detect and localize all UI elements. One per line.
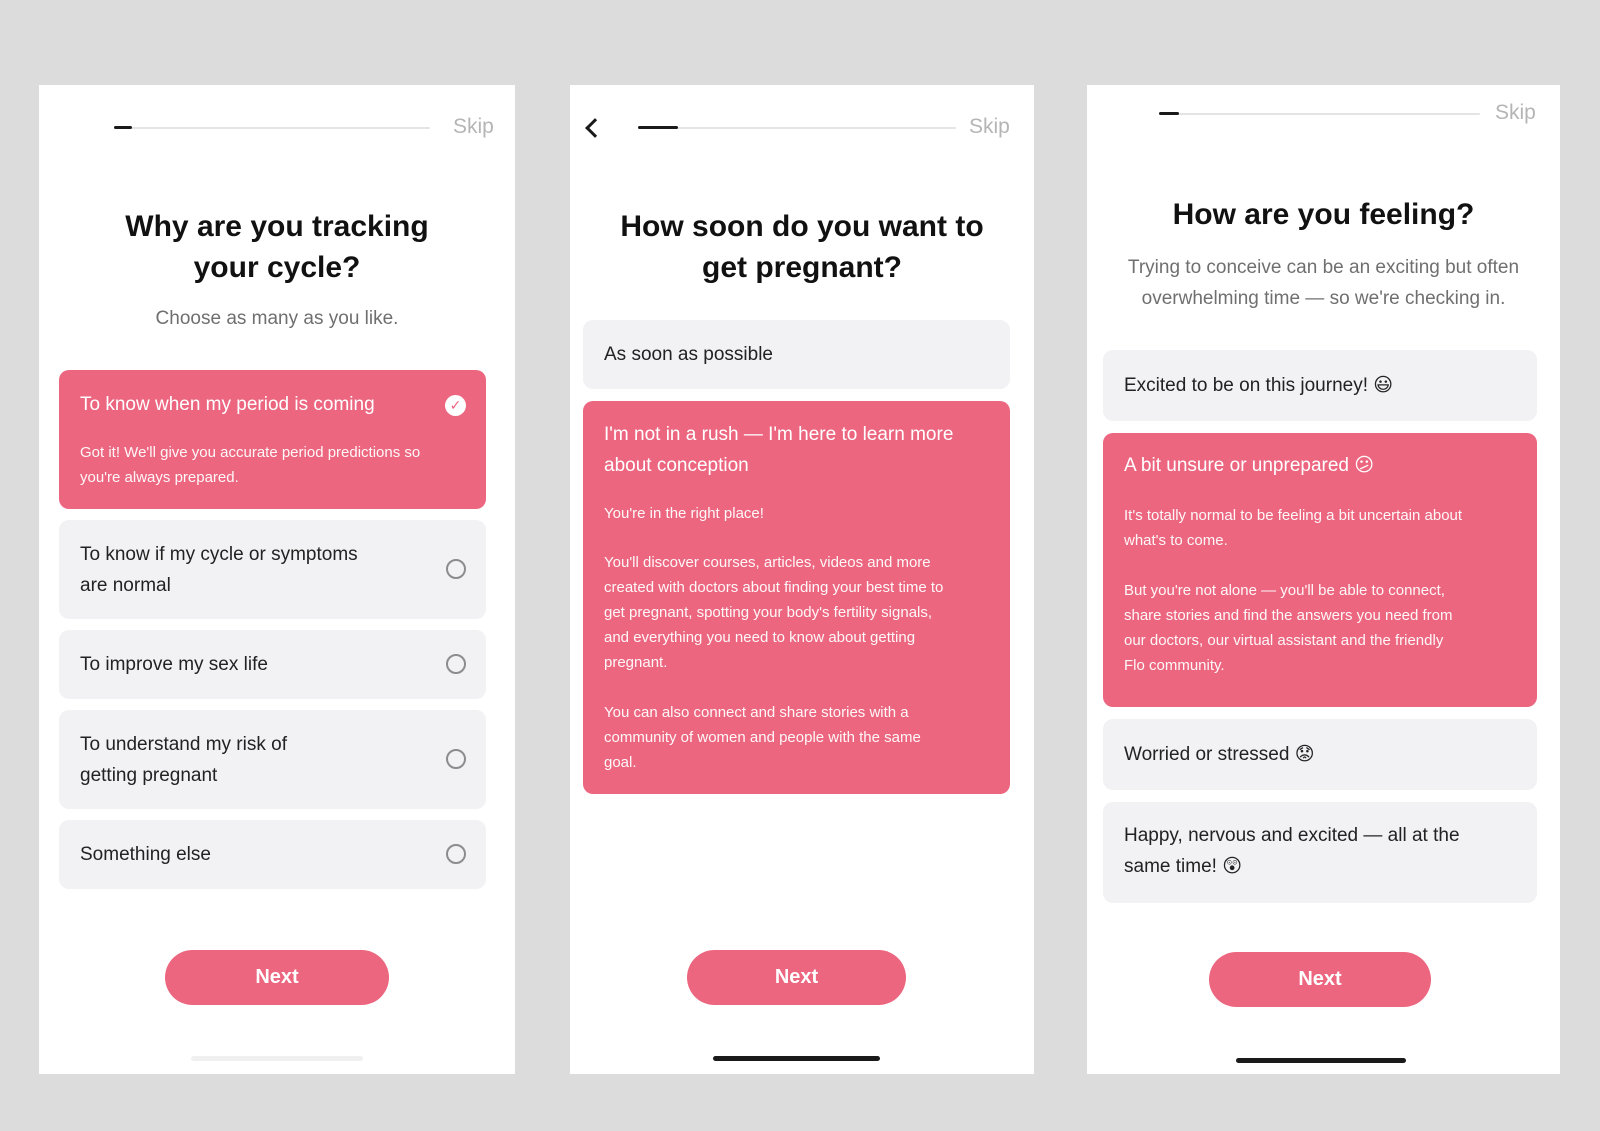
home-indicator bbox=[191, 1056, 363, 1061]
option-detail: Got it! We'll give you accurate period p… bbox=[80, 440, 480, 490]
option-label: Excited to be on this journey! 😃 bbox=[1124, 375, 1394, 396]
option-label: Something else bbox=[80, 844, 211, 865]
option-pregnancy-risk[interactable]: To understand my risk of getting pregnan… bbox=[59, 710, 486, 809]
option-detail-paragraph: You can also connect and share stories w… bbox=[604, 700, 1004, 775]
option-label: To know if my cycle or symptoms are norm… bbox=[80, 539, 358, 601]
page-title-line: How soon do you want to bbox=[620, 210, 984, 243]
option-detail-line: created with doctors about finding your … bbox=[604, 579, 944, 596]
page-title: How soon do you want to get pregnant? bbox=[570, 206, 1034, 288]
home-indicator bbox=[1236, 1058, 1406, 1063]
page-subtitle-line: Trying to conceive can be an exciting bu… bbox=[1127, 257, 1520, 278]
page-title-line: Why are you tracking bbox=[125, 210, 429, 243]
screen-pregnancy-timing: Skip How soon do you want to get pregnan… bbox=[570, 85, 1034, 1074]
option-detail-line: It's totally normal to be feeling a bit … bbox=[1124, 507, 1463, 524]
home-indicator bbox=[713, 1056, 880, 1061]
option-detail-line: our doctors, our virtual assistant and t… bbox=[1124, 632, 1444, 649]
option-label-line: To understand my risk of bbox=[80, 734, 287, 755]
chevron-left-icon[interactable] bbox=[585, 118, 605, 138]
option-label: To understand my risk of getting pregnan… bbox=[80, 729, 287, 791]
page-title: How are you feeling? bbox=[1172, 198, 1475, 231]
check-circle-icon: ✓ bbox=[445, 395, 466, 416]
option-detail-line: share stories and find the answers you n… bbox=[1124, 607, 1453, 624]
option-label-line: getting pregnant bbox=[80, 765, 218, 786]
option-sex-life[interactable]: To improve my sex life bbox=[59, 630, 486, 699]
next-button[interactable]: Next bbox=[1209, 952, 1431, 1007]
option-label: Happy, nervous and excited — all at the … bbox=[1124, 820, 1460, 882]
option-label: Worried or stressed 😟 bbox=[1124, 744, 1315, 765]
radio-empty-icon[interactable] bbox=[446, 844, 466, 864]
option-unsure[interactable]: A bit unsure or unprepared 😕 It's totall… bbox=[1103, 433, 1537, 707]
option-label: To improve my sex life bbox=[80, 654, 268, 675]
option-label: I'm not in a rush — I'm here to learn mo… bbox=[604, 419, 953, 481]
option-detail-line: goal. bbox=[604, 754, 637, 771]
radio-empty-icon[interactable] bbox=[446, 654, 466, 674]
page-title-line: get pregnant? bbox=[702, 251, 902, 284]
radio-empty-icon[interactable] bbox=[446, 749, 466, 769]
option-label-line: I'm not in a rush — I'm here to learn mo… bbox=[604, 424, 954, 445]
option-label-line: To know if my cycle or symptoms bbox=[80, 544, 358, 565]
option-detail-line: You can also connect and share stories w… bbox=[604, 704, 909, 721]
option-detail-intro: You're in the right place! bbox=[604, 505, 764, 522]
option-period-coming[interactable]: To know when my period is coming ✓ Got i… bbox=[59, 370, 486, 509]
option-detail-line: Flo community. bbox=[1124, 657, 1225, 674]
progress-bar bbox=[638, 126, 956, 129]
option-detail-line: what's to come. bbox=[1124, 532, 1228, 549]
option-label: To know when my period is coming bbox=[80, 394, 375, 415]
option-label-line: are normal bbox=[80, 575, 171, 596]
option-not-in-rush[interactable]: I'm not in a rush — I'm here to learn mo… bbox=[583, 401, 1010, 794]
option-detail-line: and everything you need to know about ge… bbox=[604, 629, 916, 646]
option-label-line: same time! 😲 bbox=[1124, 856, 1242, 877]
next-button[interactable]: Next bbox=[165, 950, 389, 1005]
option-asap[interactable]: As soon as possible bbox=[583, 320, 1010, 389]
option-cycle-normal[interactable]: To know if my cycle or symptoms are norm… bbox=[59, 520, 486, 619]
progress-bar-fill bbox=[1159, 112, 1179, 115]
option-detail-line: you're always prepared. bbox=[80, 469, 239, 486]
page-subtitle: Choose as many as you like. bbox=[155, 308, 399, 329]
option-detail-line: But you're not alone — you'll be able to… bbox=[1124, 582, 1445, 599]
option-worried[interactable]: Worried or stressed 😟 bbox=[1103, 719, 1537, 790]
page-title-line: your cycle? bbox=[193, 251, 361, 284]
progress-bar-fill bbox=[638, 126, 678, 129]
screen-feelings: Skip How are you feeling? Trying to conc… bbox=[1087, 85, 1560, 1074]
screen-tracking-reason: Skip Why are you tracking your cycle? Ch… bbox=[39, 85, 515, 1074]
option-label-line: Happy, nervous and excited — all at the bbox=[1124, 825, 1460, 846]
skip-link[interactable]: Skip bbox=[1495, 101, 1536, 125]
option-detail-line: You'll discover courses, articles, video… bbox=[604, 554, 931, 571]
option-label-line: about conception bbox=[604, 455, 749, 476]
progress-bar bbox=[114, 126, 430, 129]
option-something-else[interactable]: Something else bbox=[59, 820, 486, 889]
option-happy-nervous[interactable]: Happy, nervous and excited — all at the … bbox=[1103, 802, 1537, 903]
option-detail-line: Got it! We'll give you accurate period p… bbox=[80, 444, 421, 461]
page-subtitle-line: overwhelming time — so we're checking in… bbox=[1141, 288, 1506, 309]
progress-bar bbox=[1159, 112, 1480, 115]
option-detail-line: community of women and people with the s… bbox=[604, 729, 921, 746]
page-subtitle: Trying to conceive can be an exciting bu… bbox=[1087, 252, 1560, 314]
progress-bar-fill bbox=[114, 126, 132, 129]
option-detail-paragraph: But you're not alone — you'll be able to… bbox=[1124, 578, 1532, 678]
radio-empty-icon[interactable] bbox=[446, 559, 466, 579]
option-excited[interactable]: Excited to be on this journey! 😃 bbox=[1103, 350, 1537, 421]
option-detail-paragraph: You'll discover courses, articles, video… bbox=[604, 550, 1004, 675]
option-detail-line: pregnant. bbox=[604, 654, 668, 671]
option-label: As soon as possible bbox=[604, 344, 773, 365]
skip-link[interactable]: Skip bbox=[969, 115, 1010, 139]
option-detail-line: get pregnant, spotting your body's ferti… bbox=[604, 604, 933, 621]
next-button[interactable]: Next bbox=[687, 950, 906, 1005]
option-detail-paragraph: It's totally normal to be feeling a bit … bbox=[1124, 503, 1532, 553]
skip-link[interactable]: Skip bbox=[453, 115, 494, 139]
option-label: A bit unsure or unprepared 😕 bbox=[1124, 455, 1375, 476]
page-title: Why are you tracking your cycle? bbox=[39, 206, 515, 288]
